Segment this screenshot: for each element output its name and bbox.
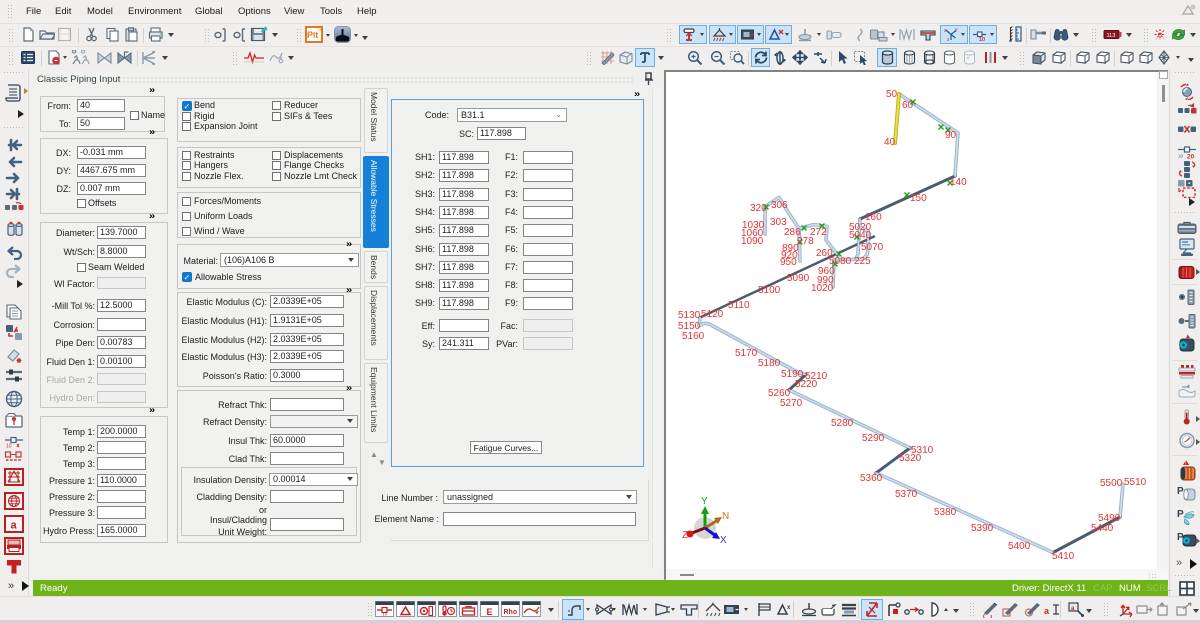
svg-text:5280: 5280 (831, 418, 854, 429)
svg-text:40: 40 (884, 137, 896, 148)
svg-text:5170: 5170 (735, 348, 758, 359)
svg-text:5270: 5270 (780, 398, 803, 409)
svg-text:50: 50 (886, 89, 898, 100)
svg-text:320: 320 (750, 203, 767, 214)
svg-text:5380: 5380 (934, 507, 957, 518)
svg-text:5440: 5440 (1091, 523, 1114, 534)
svg-text:P: P (1177, 486, 1184, 497)
svg-text:5500: 5500 (1100, 478, 1123, 489)
svg-text:Y: Y (701, 496, 708, 507)
svg-text:5490: 5490 (1098, 513, 1121, 524)
svg-text:Rho: Rho (504, 609, 518, 616)
svg-text:5110: 5110 (728, 300, 750, 311)
svg-text:a: a (1044, 606, 1050, 616)
svg-text:90: 90 (945, 130, 957, 141)
svg-text:60: 60 (902, 100, 914, 111)
svg-text:5180: 5180 (758, 358, 781, 369)
svg-text:140: 140 (950, 177, 967, 188)
svg-text:E: E (487, 607, 493, 617)
svg-text:5090: 5090 (787, 273, 810, 284)
svg-text:Z: Z (682, 530, 688, 541)
svg-text:5390: 5390 (971, 523, 994, 534)
svg-text:5100: 5100 (758, 285, 781, 296)
svg-text:950: 950 (780, 257, 797, 268)
svg-text:5360: 5360 (860, 473, 883, 484)
svg-text:5130: 5130 (678, 310, 701, 321)
svg-text:5410: 5410 (1052, 551, 1075, 562)
svg-text:1020: 1020 (811, 283, 834, 294)
svg-text:5370: 5370 (895, 489, 918, 500)
svg-text:P: P (1177, 509, 1184, 520)
svg-text:5400: 5400 (1008, 541, 1031, 552)
svg-text:10: 10 (979, 37, 985, 42)
svg-text:5070: 5070 (861, 242, 884, 253)
svg-text:z: z (947, 37, 950, 42)
svg-text:X: X (720, 535, 727, 546)
svg-text:5160: 5160 (682, 331, 705, 342)
svg-text:y: y (955, 27, 958, 33)
svg-text:225: 225 (854, 256, 871, 267)
svg-text:5040: 5040 (849, 230, 872, 241)
svg-text:150: 150 (910, 193, 927, 204)
svg-text:5510: 5510 (1124, 477, 1147, 488)
svg-text:10: 10 (1178, 154, 1184, 159)
svg-text:306: 306 (771, 200, 788, 211)
svg-text:5220: 5220 (795, 379, 818, 390)
svg-text:113: 113 (1107, 33, 1116, 39)
svg-text:10: 10 (383, 612, 388, 617)
svg-text:5290: 5290 (862, 433, 885, 444)
svg-text:278: 278 (797, 236, 814, 247)
svg-text:1090: 1090 (741, 236, 764, 247)
svg-text:x: x (787, 605, 791, 611)
svg-text:5320: 5320 (899, 453, 922, 464)
svg-text:5120: 5120 (701, 309, 724, 320)
svg-text:20: 20 (1187, 154, 1195, 160)
svg-text:N: N (722, 511, 729, 522)
